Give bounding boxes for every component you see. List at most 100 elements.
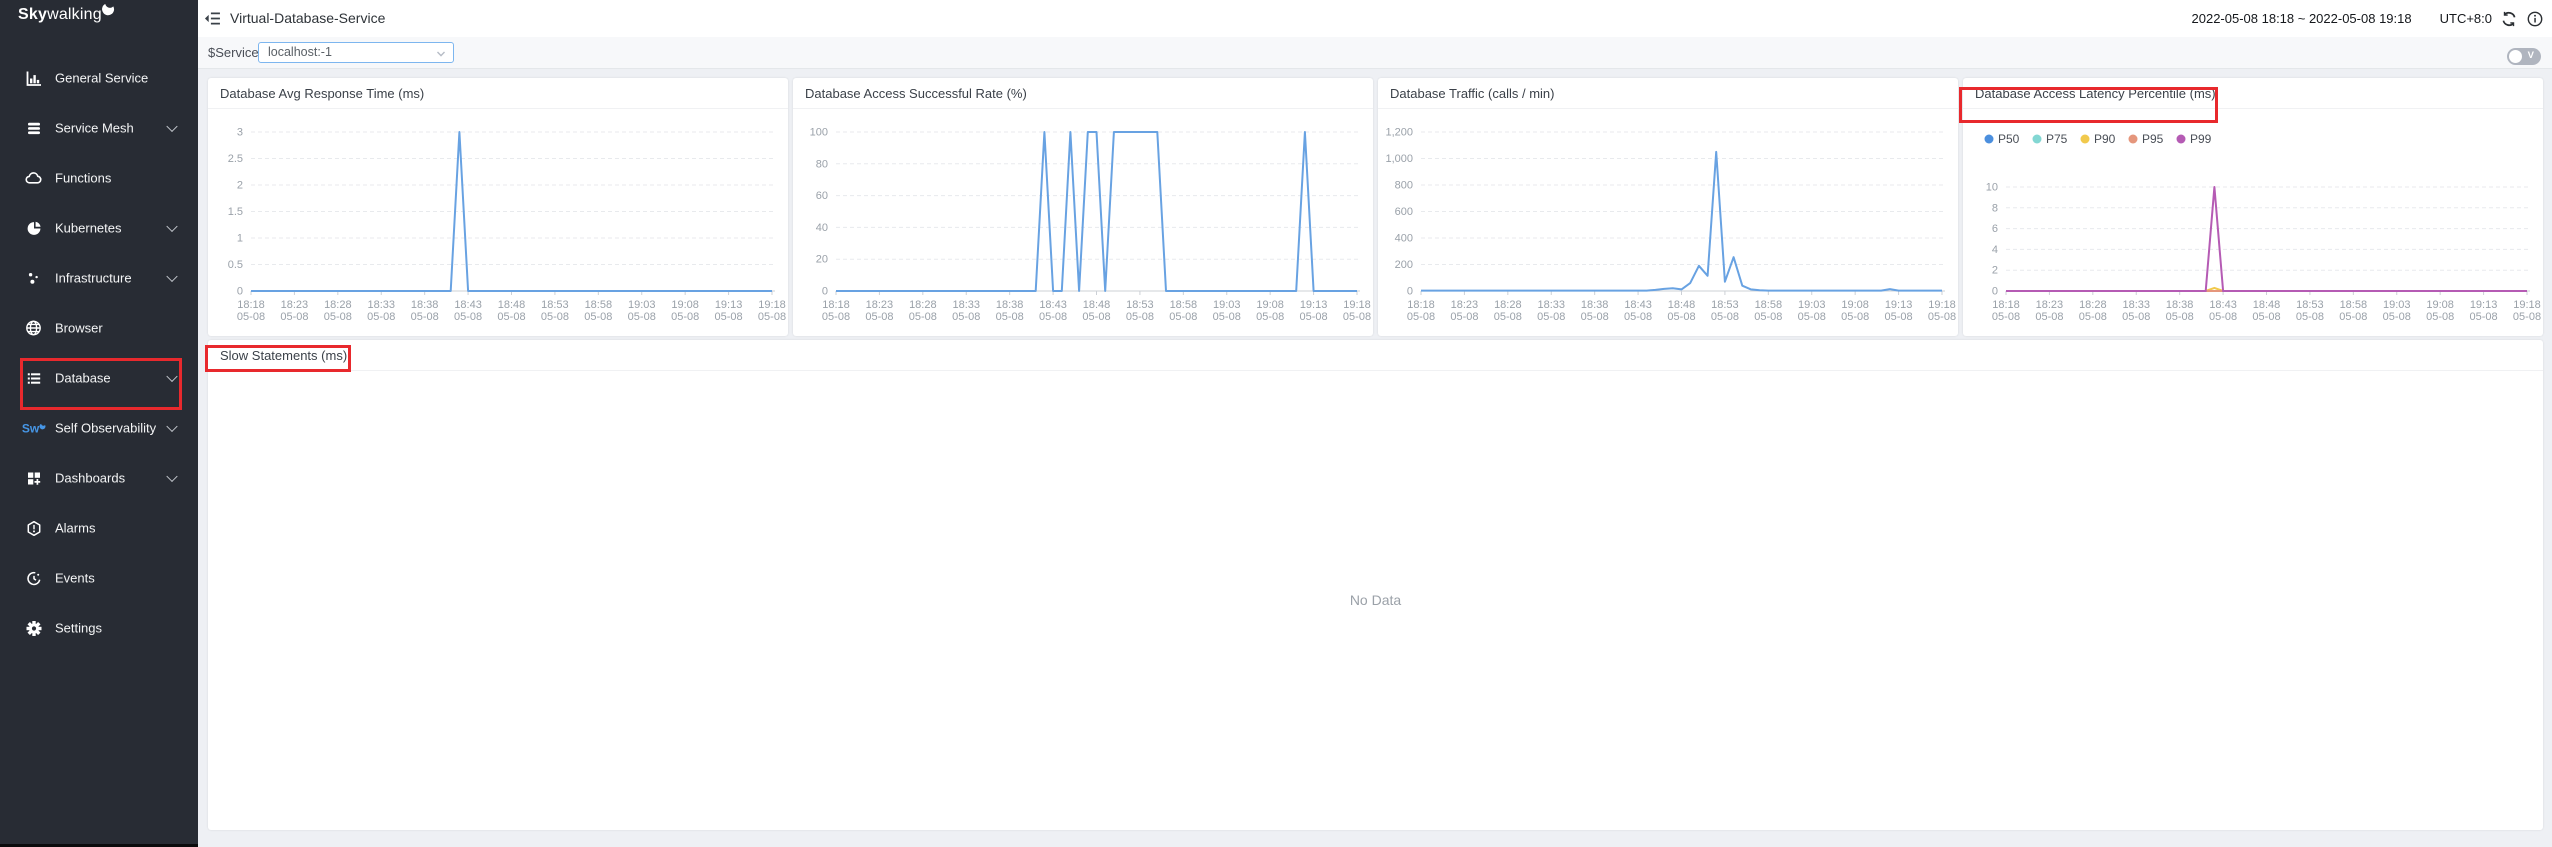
- svg-text:0: 0: [1992, 286, 1998, 298]
- sidebar-item-service-mesh[interactable]: Service Mesh: [0, 111, 198, 145]
- svg-text:600: 600: [1395, 206, 1413, 218]
- panel-header: Database Access Successful Rate (%): [793, 78, 1373, 109]
- svg-text:0: 0: [1407, 286, 1413, 298]
- svg-text:0: 0: [822, 286, 828, 298]
- svg-text:05-08: 05-08: [280, 311, 308, 323]
- panel-title: Database Access Latency Percentile (ms): [1975, 86, 2216, 101]
- alarm-icon: [25, 520, 42, 537]
- svg-text:18:28: 18:28: [2079, 299, 2107, 311]
- svg-text:05-08: 05-08: [1300, 311, 1328, 323]
- chevron-down-icon: [166, 471, 177, 482]
- sidebar-item-functions[interactable]: Functions: [0, 161, 198, 195]
- sidebar-item-settings[interactable]: Settings: [0, 611, 198, 645]
- svg-text:19:18: 19:18: [2513, 299, 2541, 311]
- avg-response-time-chart[interactable]: 00.511.522.5318:1805-0818:2305-0818:2805…: [208, 108, 788, 336]
- panel-avg-response-time: Database Avg Response Time (ms) 00.511.5…: [208, 78, 788, 336]
- svg-text:05-08: 05-08: [2383, 311, 2411, 323]
- titlebar: Virtual-Database-Service 2022-05-08 18:1…: [198, 0, 2552, 38]
- svg-text:05-08: 05-08: [324, 311, 352, 323]
- sidebar-item-database[interactable]: Database: [0, 361, 198, 395]
- svg-text:800: 800: [1395, 180, 1413, 192]
- svg-text:18:23: 18:23: [281, 299, 309, 311]
- sidebar-item-general-service[interactable]: General Service: [0, 61, 198, 95]
- sidebar-item-browser[interactable]: Browser: [0, 311, 198, 345]
- refresh-icon[interactable]: [2501, 10, 2518, 27]
- sidebar-item-label: Self Observability: [55, 421, 156, 436]
- svg-text:05-08: 05-08: [2079, 311, 2107, 323]
- svg-text:18:18: 18:18: [822, 299, 850, 311]
- panel-title: Slow Statements (ms): [220, 348, 347, 363]
- svg-text:19:08: 19:08: [671, 299, 699, 311]
- svg-text:05-08: 05-08: [2166, 311, 2194, 323]
- svg-text:400: 400: [1395, 233, 1413, 245]
- svg-text:18:48: 18:48: [2253, 299, 2281, 311]
- svg-text:8: 8: [1992, 202, 1998, 214]
- svg-text:05-08: 05-08: [1667, 311, 1695, 323]
- svg-text:18:43: 18:43: [2209, 299, 2237, 311]
- sidebar-item-alarms[interactable]: Alarms: [0, 511, 198, 545]
- svg-text:05-08: 05-08: [1798, 311, 1826, 323]
- svg-text:19:08: 19:08: [1841, 299, 1869, 311]
- svg-text:19:03: 19:03: [1213, 299, 1241, 311]
- sidebar-item-self-observability[interactable]: Sw Self Observability: [0, 411, 198, 445]
- svg-text:40: 40: [816, 222, 828, 234]
- chevron-down-icon: [166, 121, 177, 132]
- sidebar-item-dashboards[interactable]: Dashboards: [0, 461, 198, 495]
- svg-text:05-08: 05-08: [1885, 311, 1913, 323]
- app-logo[interactable]: Skywalking: [18, 6, 115, 30]
- svg-text:1.5: 1.5: [228, 206, 243, 218]
- svg-text:2.5: 2.5: [228, 153, 243, 165]
- svg-text:18:53: 18:53: [541, 299, 569, 311]
- svg-text:05-08: 05-08: [2122, 311, 2150, 323]
- svg-text:05-08: 05-08: [671, 311, 699, 323]
- svg-text:05-08: 05-08: [1169, 311, 1197, 323]
- svg-text:18:58: 18:58: [2340, 299, 2368, 311]
- skywalking-app: Skywalking General Service Service Mesh …: [0, 0, 2552, 847]
- svg-text:1: 1: [237, 233, 243, 245]
- sidebar: Skywalking General Service Service Mesh …: [0, 0, 198, 844]
- svg-text:19:13: 19:13: [1300, 299, 1328, 311]
- svg-text:05-08: 05-08: [1039, 311, 1067, 323]
- svg-text:18:28: 18:28: [324, 299, 352, 311]
- svg-text:05-08: 05-08: [1407, 311, 1435, 323]
- panel-success-rate: Database Access Successful Rate (%) 0 20 4…: [793, 78, 1373, 336]
- svg-text:4: 4: [1992, 244, 1998, 256]
- svg-text:05-08: 05-08: [1992, 311, 2020, 323]
- svg-text:19:08: 19:08: [2426, 299, 2454, 311]
- info-icon[interactable]: [2527, 10, 2544, 27]
- svg-text:18:58: 18:58: [1755, 299, 1783, 311]
- sidebar-item-events[interactable]: Events: [0, 561, 198, 595]
- svg-text:18:38: 18:38: [1581, 299, 1609, 311]
- svg-text:05-08: 05-08: [1256, 311, 1284, 323]
- cloud-icon: [25, 170, 42, 187]
- panel-header: Slow Statements (ms): [208, 340, 2543, 371]
- svg-text:20: 20: [816, 254, 828, 266]
- svg-text:18:38: 18:38: [2166, 299, 2194, 311]
- events-icon: [25, 570, 42, 587]
- svg-text:05-08: 05-08: [1711, 311, 1739, 323]
- svg-text:0: 0: [237, 286, 243, 298]
- svg-text:80: 80: [816, 158, 828, 170]
- collapse-sidebar-icon[interactable]: [204, 10, 221, 27]
- traffic-chart[interactable]: 02004006008001,0001,20018:1805-0818:2305…: [1378, 108, 1958, 336]
- sw-logo-icon: Sw: [25, 420, 42, 437]
- panel-traffic: Database Traffic (calls / min) 020040060…: [1378, 78, 1958, 336]
- svg-text:05-08: 05-08: [822, 311, 850, 323]
- chevron-down-icon: [166, 421, 177, 432]
- time-range-picker[interactable]: 2022-05-08 18:18 ~ 2022-05-08 19:18: [2192, 11, 2412, 26]
- success-rate-chart[interactable]: 02040608010018:1805-0818:2305-0818:2805-…: [793, 108, 1373, 336]
- latency-percentile-chart[interactable]: 024681018:1805-0818:2305-0818:2805-0818:…: [1963, 108, 2543, 336]
- svg-text:P95: P95: [2142, 132, 2164, 146]
- sidebar-item-label: Service Mesh: [55, 121, 134, 136]
- sidebar-item-infrastructure[interactable]: Infrastructure: [0, 261, 198, 295]
- sidebar-item-label: Events: [55, 571, 95, 586]
- svg-text:05-08: 05-08: [1126, 311, 1154, 323]
- kubernetes-icon: [25, 220, 42, 237]
- service-select[interactable]: localhost:-1: [258, 42, 454, 63]
- edit-mode-toggle[interactable]: V: [2507, 48, 2541, 65]
- sidebar-item-label: Dashboards: [55, 471, 125, 486]
- logo-text: walking: [47, 6, 102, 23]
- svg-text:05-08: 05-08: [715, 311, 743, 323]
- svg-text:18:53: 18:53: [1126, 299, 1154, 311]
- sidebar-item-kubernetes[interactable]: Kubernetes: [0, 211, 198, 245]
